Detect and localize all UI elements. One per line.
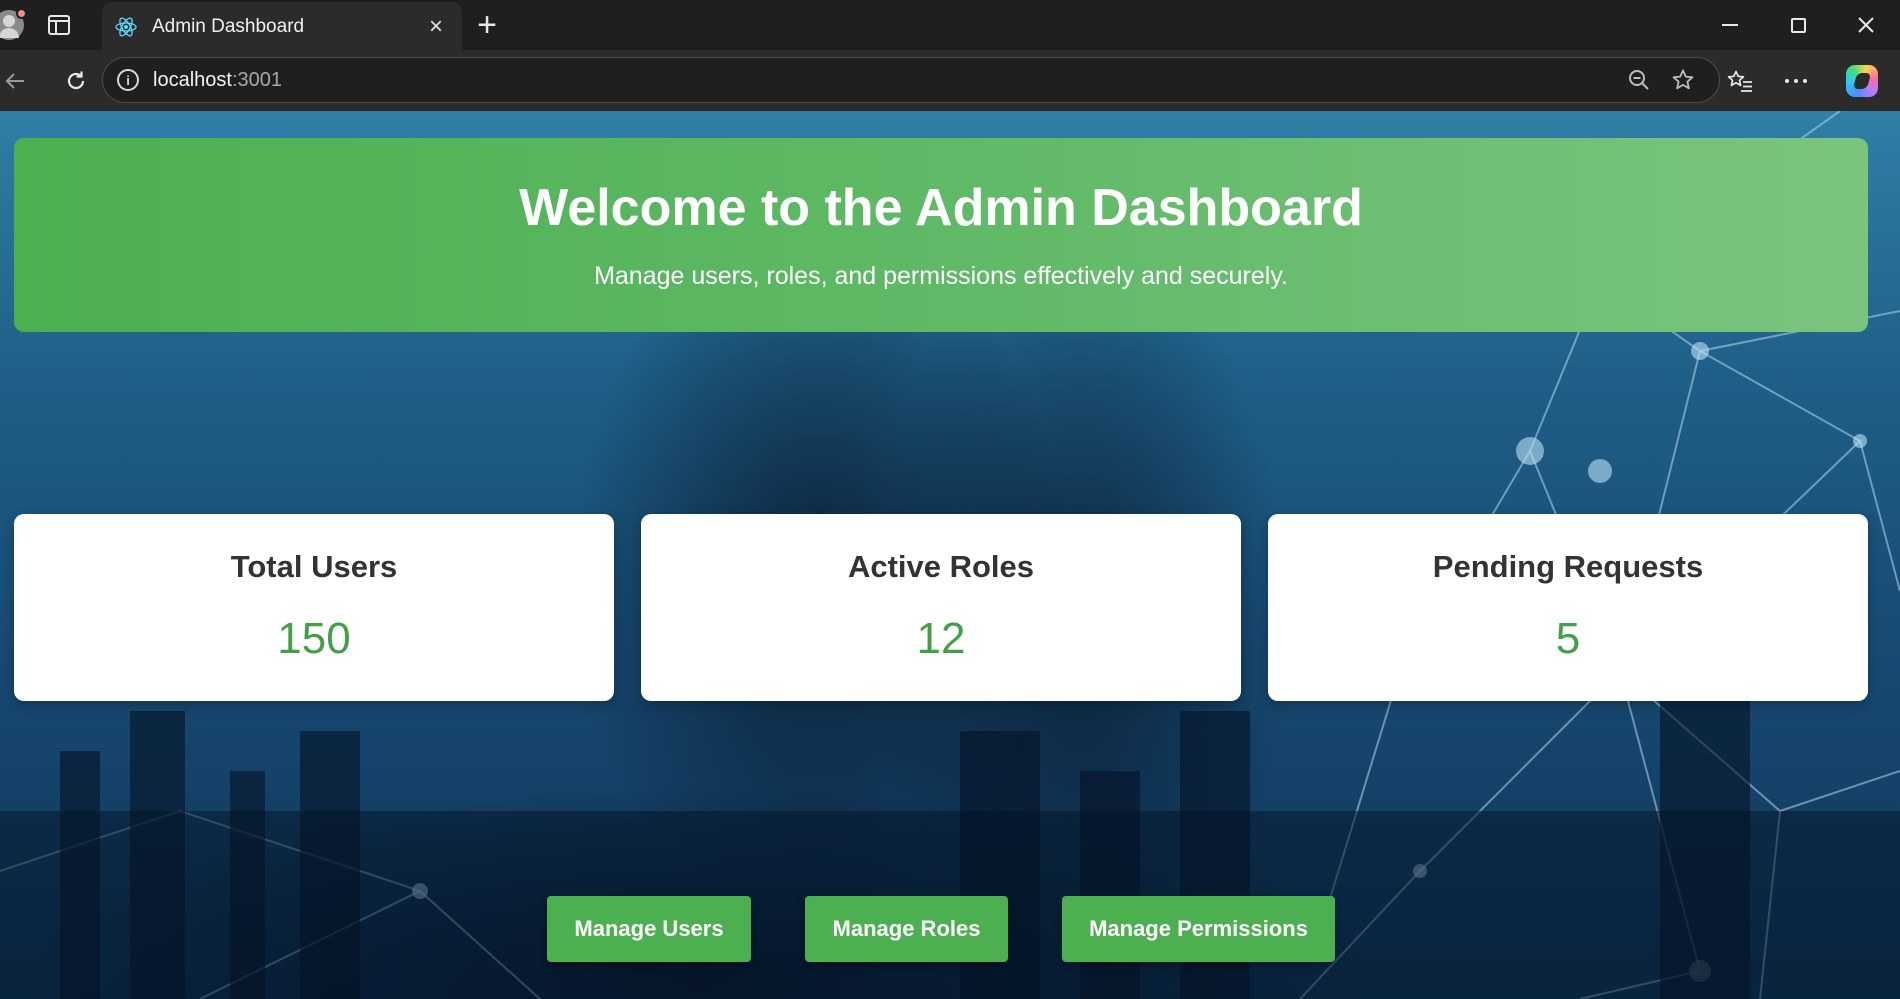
page-subtitle: Manage users, roles, and permissions eff… — [594, 262, 1288, 290]
stat-value: 5 — [1555, 614, 1581, 663]
minimize-button[interactable] — [1696, 0, 1764, 50]
more-icon[interactable] — [1768, 59, 1824, 103]
manage-users-button[interactable]: Manage Users — [547, 896, 751, 962]
window-close-icon — [1858, 17, 1874, 33]
stat-card-total-users: Total Users 150 — [14, 514, 614, 701]
address-bar[interactable]: i localhost:3001 — [102, 57, 1720, 103]
welcome-banner: Welcome to the Admin Dashboard Manage us… — [14, 138, 1868, 332]
tab-admin-dashboard[interactable]: Admin Dashboard × — [102, 2, 462, 52]
new-tab-icon[interactable]: + — [462, 0, 512, 50]
stat-value: 150 — [277, 614, 351, 663]
stat-label: Active Roles — [847, 549, 1035, 584]
copilot-icon — [1846, 64, 1878, 97]
restore-button[interactable] — [1764, 0, 1832, 50]
reload-icon — [67, 71, 85, 89]
favorite-star-icon[interactable] — [1661, 68, 1705, 92]
restore-icon — [1790, 17, 1806, 33]
toolbar-right-icons — [1712, 50, 1900, 111]
stat-value: 12 — [916, 614, 966, 663]
notification-dot — [16, 8, 27, 19]
copilot-button[interactable] — [1824, 59, 1900, 103]
browser-titlebar: Admin Dashboard × + — [0, 0, 1900, 52]
page-viewport: Welcome to the Admin Dashboard Manage us… — [0, 111, 1900, 999]
manage-permissions-button[interactable]: Manage Permissions — [1062, 896, 1335, 962]
stat-label: Pending Requests — [1432, 549, 1704, 584]
site-info-icon[interactable]: i — [117, 69, 139, 91]
page-title: Welcome to the Admin Dashboard — [519, 179, 1363, 237]
zoom-out-icon[interactable] — [1617, 68, 1661, 92]
manage-roles-button[interactable]: Manage Roles — [805, 896, 1008, 962]
minimize-icon — [1722, 24, 1738, 26]
back-icon — [5, 72, 24, 89]
window-close-button[interactable] — [1832, 0, 1900, 50]
reload-button[interactable] — [50, 59, 102, 103]
favorites-icon[interactable] — [1712, 59, 1768, 103]
url-port: :3001 — [231, 68, 282, 91]
url-host: localhost — [153, 68, 232, 91]
titlebar-spacer — [512, 0, 1696, 50]
stat-card-active-roles: Active Roles 12 — [641, 514, 1241, 701]
titlebar-left — [0, 0, 102, 50]
tab-title: Admin Dashboard — [152, 16, 305, 37]
close-icon[interactable]: × — [424, 15, 448, 39]
stat-label: Total Users — [230, 549, 398, 584]
browser-toolbar: i localhost:3001 — [0, 50, 1900, 111]
tab-actions-icon[interactable] — [48, 15, 70, 35]
stat-card-pending-requests: Pending Requests 5 — [1268, 514, 1868, 701]
profile-icon[interactable] — [0, 8, 27, 40]
back-button[interactable] — [0, 59, 30, 103]
react-icon — [115, 17, 137, 37]
